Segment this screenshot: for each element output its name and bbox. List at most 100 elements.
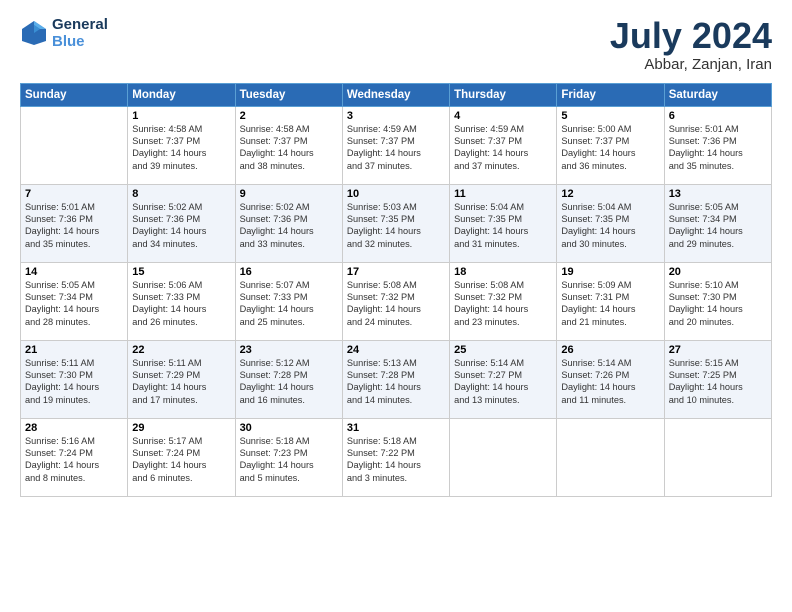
daylight-extra: and 37 minutes. bbox=[347, 160, 445, 172]
sunset-text: Sunset: 7:30 PM bbox=[25, 369, 123, 381]
daylight-text: Daylight: 14 hours bbox=[25, 303, 123, 315]
date-number: 17 bbox=[347, 266, 445, 278]
calendar-cell: 26 Sunrise: 5:14 AM Sunset: 7:26 PM Dayl… bbox=[557, 340, 664, 418]
daylight-text: Daylight: 14 hours bbox=[132, 459, 230, 471]
sunset-text: Sunset: 7:35 PM bbox=[347, 213, 445, 225]
daylight-text: Daylight: 14 hours bbox=[240, 303, 338, 315]
sunset-text: Sunset: 7:36 PM bbox=[25, 213, 123, 225]
calendar-cell: 5 Sunrise: 5:00 AM Sunset: 7:37 PM Dayli… bbox=[557, 106, 664, 184]
sunrise-text: Sunrise: 5:10 AM bbox=[669, 279, 767, 291]
date-number: 20 bbox=[669, 266, 767, 278]
calendar-cell bbox=[450, 418, 557, 496]
sunset-text: Sunset: 7:27 PM bbox=[454, 369, 552, 381]
date-number: 25 bbox=[454, 344, 552, 356]
sunset-text: Sunset: 7:26 PM bbox=[561, 369, 659, 381]
sunset-text: Sunset: 7:22 PM bbox=[347, 447, 445, 459]
calendar-cell: 16 Sunrise: 5:07 AM Sunset: 7:33 PM Dayl… bbox=[235, 262, 342, 340]
sunset-text: Sunset: 7:35 PM bbox=[454, 213, 552, 225]
sunset-text: Sunset: 7:33 PM bbox=[132, 291, 230, 303]
calendar-cell: 11 Sunrise: 5:04 AM Sunset: 7:35 PM Dayl… bbox=[450, 184, 557, 262]
calendar-cell: 19 Sunrise: 5:09 AM Sunset: 7:31 PM Dayl… bbox=[557, 262, 664, 340]
header-wednesday: Wednesday bbox=[342, 83, 449, 106]
daylight-extra: and 30 minutes. bbox=[561, 238, 659, 250]
date-number: 3 bbox=[347, 110, 445, 122]
date-number: 2 bbox=[240, 110, 338, 122]
daylight-text: Daylight: 14 hours bbox=[561, 147, 659, 159]
sunrise-text: Sunrise: 5:04 AM bbox=[454, 201, 552, 213]
date-number: 30 bbox=[240, 422, 338, 434]
sunset-text: Sunset: 7:37 PM bbox=[561, 135, 659, 147]
daylight-text: Daylight: 14 hours bbox=[669, 225, 767, 237]
location: Abbar, Zanjan, Iran bbox=[610, 56, 772, 73]
sunrise-text: Sunrise: 5:06 AM bbox=[132, 279, 230, 291]
calendar-cell: 4 Sunrise: 4:59 AM Sunset: 7:37 PM Dayli… bbox=[450, 106, 557, 184]
daylight-extra: and 31 minutes. bbox=[454, 238, 552, 250]
calendar-cell bbox=[21, 106, 128, 184]
header-saturday: Saturday bbox=[664, 83, 771, 106]
date-number: 6 bbox=[669, 110, 767, 122]
calendar-cell: 18 Sunrise: 5:08 AM Sunset: 7:32 PM Dayl… bbox=[450, 262, 557, 340]
date-number: 21 bbox=[25, 344, 123, 356]
daylight-text: Daylight: 14 hours bbox=[561, 303, 659, 315]
date-number: 14 bbox=[25, 266, 123, 278]
daylight-text: Daylight: 14 hours bbox=[454, 225, 552, 237]
daylight-text: Daylight: 14 hours bbox=[347, 147, 445, 159]
daylight-text: Daylight: 14 hours bbox=[132, 147, 230, 159]
sunrise-text: Sunrise: 5:14 AM bbox=[454, 357, 552, 369]
date-number: 11 bbox=[454, 188, 552, 200]
sunrise-text: Sunrise: 5:01 AM bbox=[25, 201, 123, 213]
sunset-text: Sunset: 7:36 PM bbox=[132, 213, 230, 225]
calendar-cell: 27 Sunrise: 5:15 AM Sunset: 7:25 PM Dayl… bbox=[664, 340, 771, 418]
sunset-text: Sunset: 7:37 PM bbox=[132, 135, 230, 147]
daylight-extra: and 6 minutes. bbox=[132, 472, 230, 484]
sunrise-text: Sunrise: 5:02 AM bbox=[240, 201, 338, 213]
page: General Blue July 2024 Abbar, Zanjan, Ir… bbox=[0, 0, 792, 612]
daylight-extra: and 3 minutes. bbox=[347, 472, 445, 484]
date-number: 7 bbox=[25, 188, 123, 200]
daylight-extra: and 34 minutes. bbox=[132, 238, 230, 250]
sunrise-text: Sunrise: 5:03 AM bbox=[347, 201, 445, 213]
daylight-extra: and 11 minutes. bbox=[561, 394, 659, 406]
daylight-extra: and 35 minutes. bbox=[25, 238, 123, 250]
sunset-text: Sunset: 7:24 PM bbox=[132, 447, 230, 459]
sunrise-text: Sunrise: 5:17 AM bbox=[132, 435, 230, 447]
sunset-text: Sunset: 7:36 PM bbox=[669, 135, 767, 147]
calendar-cell: 21 Sunrise: 5:11 AM Sunset: 7:30 PM Dayl… bbox=[21, 340, 128, 418]
sunrise-text: Sunrise: 5:08 AM bbox=[454, 279, 552, 291]
sunset-text: Sunset: 7:35 PM bbox=[561, 213, 659, 225]
title-block: July 2024 Abbar, Zanjan, Iran bbox=[610, 16, 772, 73]
date-number: 27 bbox=[669, 344, 767, 356]
sunrise-text: Sunrise: 5:12 AM bbox=[240, 357, 338, 369]
daylight-text: Daylight: 14 hours bbox=[454, 147, 552, 159]
daylight-text: Daylight: 14 hours bbox=[240, 147, 338, 159]
calendar-cell: 25 Sunrise: 5:14 AM Sunset: 7:27 PM Dayl… bbox=[450, 340, 557, 418]
sunrise-text: Sunrise: 5:05 AM bbox=[25, 279, 123, 291]
calendar-cell: 22 Sunrise: 5:11 AM Sunset: 7:29 PM Dayl… bbox=[128, 340, 235, 418]
daylight-text: Daylight: 14 hours bbox=[240, 225, 338, 237]
daylight-text: Daylight: 14 hours bbox=[561, 381, 659, 393]
sunset-text: Sunset: 7:33 PM bbox=[240, 291, 338, 303]
header-friday: Friday bbox=[557, 83, 664, 106]
sunset-text: Sunset: 7:32 PM bbox=[454, 291, 552, 303]
calendar-table: Sunday Monday Tuesday Wednesday Thursday… bbox=[20, 83, 772, 497]
sunset-text: Sunset: 7:37 PM bbox=[240, 135, 338, 147]
daylight-extra: and 5 minutes. bbox=[240, 472, 338, 484]
daylight-text: Daylight: 14 hours bbox=[347, 381, 445, 393]
calendar-cell: 6 Sunrise: 5:01 AM Sunset: 7:36 PM Dayli… bbox=[664, 106, 771, 184]
sunrise-text: Sunrise: 5:18 AM bbox=[240, 435, 338, 447]
calendar-cell: 30 Sunrise: 5:18 AM Sunset: 7:23 PM Dayl… bbox=[235, 418, 342, 496]
daylight-text: Daylight: 14 hours bbox=[347, 459, 445, 471]
daylight-extra: and 19 minutes. bbox=[25, 394, 123, 406]
sunset-text: Sunset: 7:36 PM bbox=[240, 213, 338, 225]
daylight-extra: and 36 minutes. bbox=[561, 160, 659, 172]
sunset-text: Sunset: 7:23 PM bbox=[240, 447, 338, 459]
daylight-extra: and 32 minutes. bbox=[347, 238, 445, 250]
daylight-text: Daylight: 14 hours bbox=[132, 225, 230, 237]
calendar-cell bbox=[664, 418, 771, 496]
daylight-extra: and 21 minutes. bbox=[561, 316, 659, 328]
calendar-week-1: 1 Sunrise: 4:58 AM Sunset: 7:37 PM Dayli… bbox=[21, 106, 772, 184]
daylight-text: Daylight: 14 hours bbox=[25, 459, 123, 471]
daylight-text: Daylight: 14 hours bbox=[347, 303, 445, 315]
date-number: 9 bbox=[240, 188, 338, 200]
calendar-cell: 9 Sunrise: 5:02 AM Sunset: 7:36 PM Dayli… bbox=[235, 184, 342, 262]
